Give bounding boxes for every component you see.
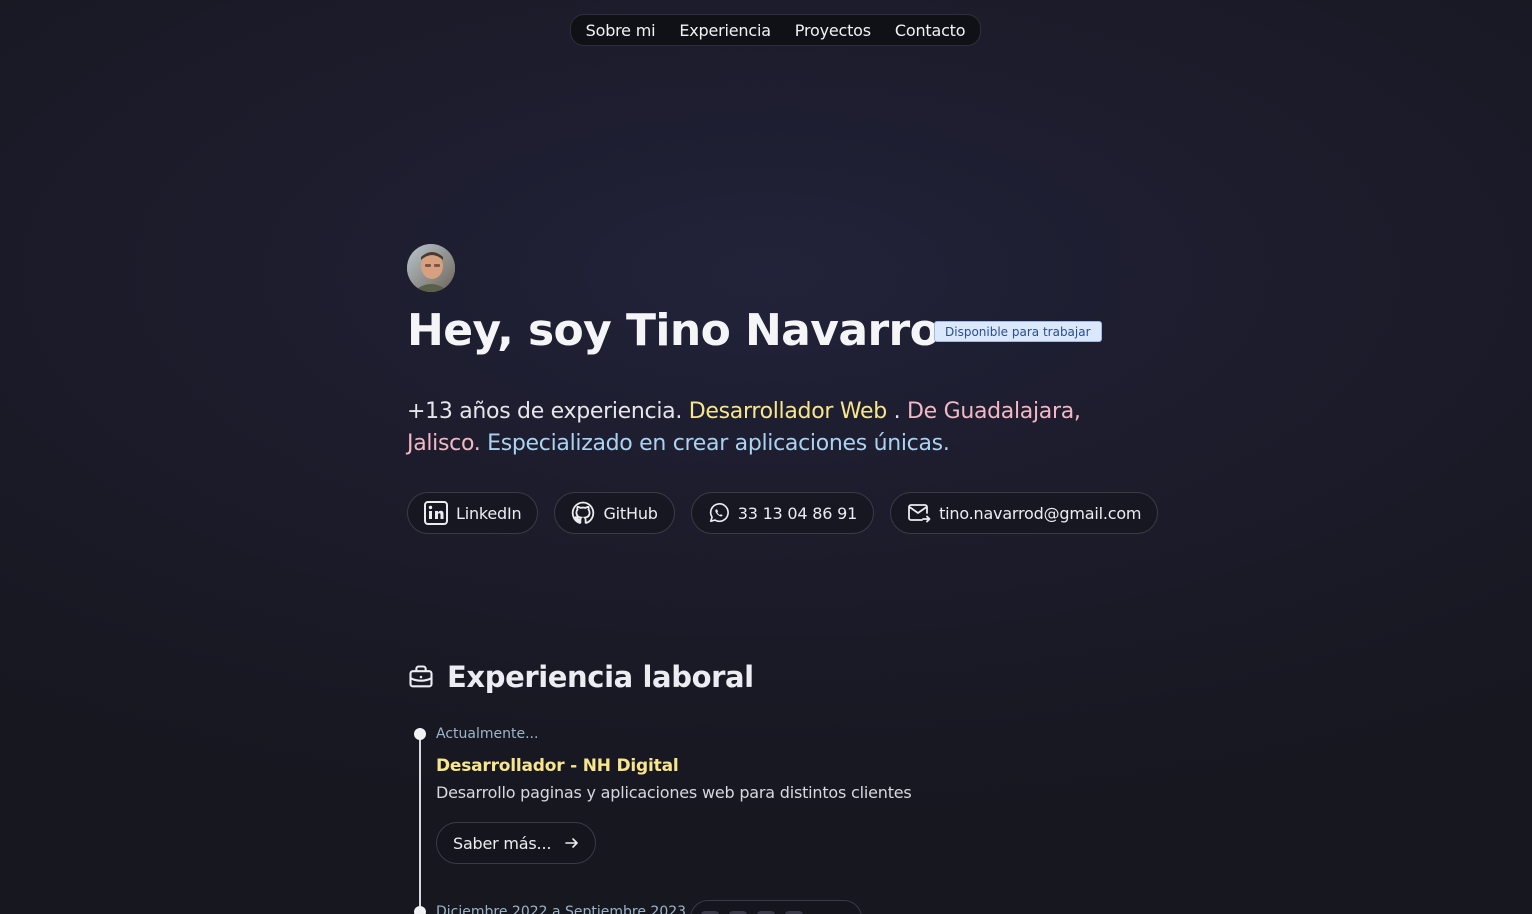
intro-text: +13 años de experiencia. Desarrollador W… (407, 396, 1127, 460)
email-button[interactable]: tino.navarrod@gmail.com (890, 492, 1159, 534)
mail-icon (908, 504, 931, 523)
nav-link-contacto[interactable]: Contacto (895, 21, 966, 40)
briefcase-icon (409, 665, 433, 688)
saber-mas-button[interactable]: Saber más... (436, 822, 597, 864)
intro-dot: . (893, 399, 901, 424)
nav-link-proyectos[interactable]: Proyectos (795, 21, 871, 40)
whatsapp-button[interactable]: 33 13 04 86 91 (690, 492, 875, 534)
github-icon (572, 501, 595, 524)
availability-badge: Disponible para trabajar (934, 321, 1102, 342)
job-title: Desarrollador - NH Digital (436, 756, 679, 776)
nav-link-sobre-mi[interactable]: Sobre mi (586, 21, 656, 40)
github-button[interactable]: GitHub (554, 492, 675, 534)
linkedin-label: LinkedIn (456, 503, 522, 523)
experience-title: Experiencia laboral (447, 660, 754, 694)
phone-label: 33 13 04 86 91 (737, 503, 858, 523)
saber-mas-label: Saber más... (453, 833, 552, 853)
tech-stack-strip (690, 900, 862, 914)
timeline-dot (414, 728, 426, 740)
job-description: Desarrollo paginas y aplicaciones web pa… (436, 783, 912, 802)
arrow-right-icon (565, 838, 579, 848)
job-date-2: Diciembre 2022 a Septiembre 2023 (436, 904, 687, 914)
intro-experience: +13 años de experiencia. (407, 399, 683, 424)
nav-link-experiencia[interactable]: Experiencia (679, 21, 771, 40)
timeline-line (419, 728, 421, 914)
avatar (407, 244, 455, 292)
linkedin-button[interactable]: LinkedIn (407, 492, 539, 534)
timeline-dot-2 (414, 906, 426, 914)
email-label: tino.navarrod@gmail.com (939, 503, 1142, 523)
whatsapp-icon (709, 503, 729, 523)
job-date: Actualmente... (436, 726, 539, 742)
linkedin-icon (424, 501, 448, 525)
github-label: GitHub (603, 503, 658, 523)
social-links: LinkedIn GitHub 33 13 04 86 91 tino.nava… (407, 492, 1159, 534)
intro-role: Desarrollador Web (688, 399, 887, 424)
top-nav: Sobre mi Experiencia Proyectos Contacto (570, 14, 981, 46)
experience-heading: Experiencia laboral (407, 660, 754, 694)
intro-specialty: Especializado en crear aplicaciones únic… (487, 431, 950, 456)
page-title: Hey, soy Tino Navarro (407, 305, 940, 356)
profile-photo-icon (407, 244, 455, 292)
